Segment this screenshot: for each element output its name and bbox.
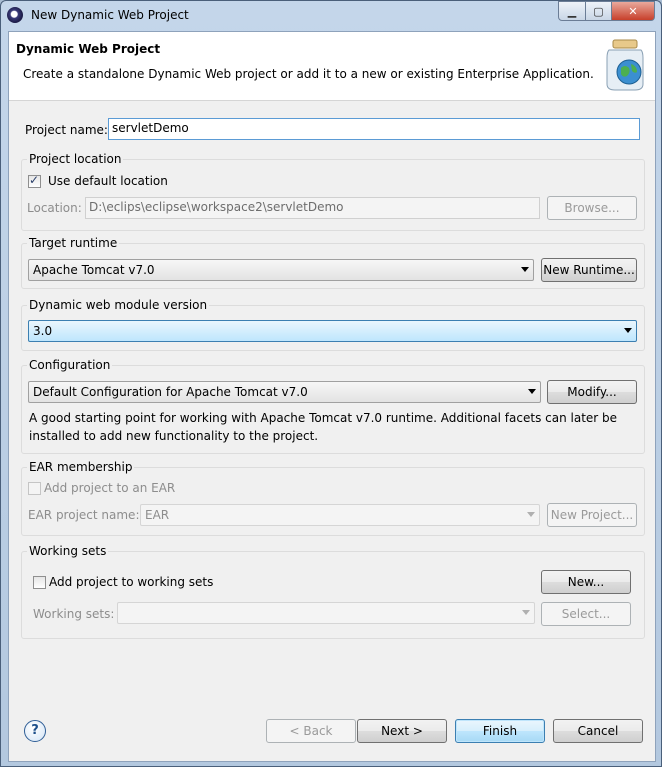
ear-project-name-label: EAR project name:	[28, 508, 140, 522]
new-ear-project-button[interactable]: New Project...	[547, 503, 637, 527]
working-sets-combo[interactable]	[117, 602, 535, 624]
wizard-header: Dynamic Web Project Create a standalone …	[9, 32, 655, 101]
ear-membership-title: EAR membership	[27, 460, 135, 474]
page-title: Dynamic Web Project	[16, 42, 161, 56]
working-sets-title: Working sets	[27, 544, 109, 558]
back-button[interactable]: < Back	[266, 719, 356, 743]
window-title: New Dynamic Web Project	[31, 8, 189, 22]
select-working-sets-button[interactable]: Select...	[541, 602, 631, 626]
module-version-title: Dynamic web module version	[27, 298, 210, 312]
next-button[interactable]: Next >	[357, 719, 447, 743]
chevron-down-icon	[528, 389, 536, 394]
chevron-down-icon	[522, 610, 530, 615]
project-location-group	[21, 159, 645, 231]
location-label: Location:	[27, 201, 82, 215]
project-name-input[interactable]: servletDemo	[108, 118, 640, 140]
browse-button[interactable]: Browse...	[547, 196, 637, 220]
working-sets-label: Working sets:	[33, 607, 115, 621]
ear-project-value: EAR	[145, 508, 170, 522]
ear-project-combo[interactable]: EAR	[140, 504, 540, 526]
help-icon[interactable]: ?	[24, 720, 46, 742]
target-runtime-combo[interactable]: Apache Tomcat v7.0	[28, 259, 534, 281]
configuration-description: A good starting point for working with A…	[29, 411, 618, 443]
add-to-ear-checkbox[interactable]	[28, 482, 41, 495]
web-project-jar-icon	[606, 39, 644, 91]
add-to-ear-label: Add project to an EAR	[44, 481, 176, 495]
dialog-client-area: Dynamic Web Project Create a standalone …	[8, 31, 656, 762]
chevron-down-icon	[521, 267, 529, 272]
minimize-button[interactable]: ▁	[558, 1, 586, 21]
close-button[interactable]: ✕	[612, 1, 655, 21]
modify-button[interactable]: Modify...	[547, 380, 637, 404]
chevron-down-icon	[527, 512, 535, 517]
new-runtime-button[interactable]: New Runtime...	[541, 258, 637, 282]
use-default-location-checkbox[interactable]	[28, 173, 41, 188]
module-version-combo[interactable]: 3.0	[28, 320, 637, 342]
target-runtime-value: Apache Tomcat v7.0	[33, 263, 155, 277]
project-name-label: Project name:	[25, 123, 108, 137]
new-working-set-button[interactable]: New...	[541, 570, 631, 594]
finish-button[interactable]: Finish	[455, 719, 545, 743]
caption-buttons: ▁ ▢ ✕	[558, 1, 655, 21]
use-default-location-label: Use default location	[48, 174, 168, 188]
configuration-title: Configuration	[27, 358, 113, 372]
dialog-window: New Dynamic Web Project ▁ ▢ ✕ Dynamic We…	[0, 0, 662, 767]
title-bar[interactable]: New Dynamic Web Project ▁ ▢ ✕	[1, 1, 661, 31]
cancel-button[interactable]: Cancel	[553, 719, 643, 743]
maximize-button[interactable]: ▢	[586, 1, 612, 21]
module-version-value: 3.0	[33, 324, 53, 338]
project-location-title: Project location	[27, 152, 124, 166]
configuration-combo[interactable]: Default Configuration for Apache Tomcat …	[28, 381, 541, 403]
target-runtime-title: Target runtime	[27, 236, 120, 250]
add-to-working-sets-label: Add project to working sets	[49, 575, 214, 589]
configuration-value: Default Configuration for Apache Tomcat …	[33, 385, 308, 399]
add-to-working-sets-checkbox[interactable]	[33, 576, 46, 589]
eclipse-icon	[7, 7, 23, 23]
chevron-down-icon	[624, 328, 632, 333]
page-description: Create a standalone Dynamic Web project …	[23, 67, 594, 81]
location-input[interactable]: D:\eclips\eclipse\workspace2\servletDemo	[85, 197, 540, 219]
